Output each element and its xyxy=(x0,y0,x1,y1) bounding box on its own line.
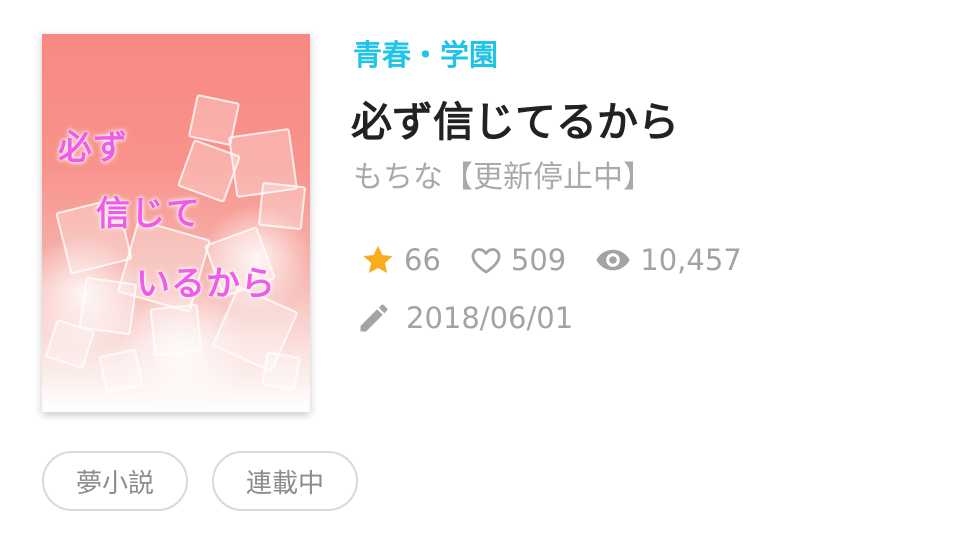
heart-icon xyxy=(471,248,501,274)
pencil-icon xyxy=(360,304,388,332)
views-stat: 10,457 xyxy=(594,241,742,279)
likes-stat: 509 xyxy=(469,243,566,277)
book-title[interactable]: 必ず信じてるから xyxy=(351,88,679,148)
tag-chip[interactable]: 夢小説 xyxy=(42,451,189,511)
likes-count: 509 xyxy=(510,243,567,277)
cover-title-line: 必ず xyxy=(58,128,128,168)
stars-stat: 66 xyxy=(360,242,441,278)
eye-icon xyxy=(596,249,630,271)
star-icon xyxy=(363,245,393,274)
book-cover[interactable]: 必ず 信じて いるから xyxy=(42,34,310,412)
book-stats: 66 509 10,457 xyxy=(360,240,742,280)
tag-list: 夢小説 連載中 xyxy=(42,451,359,511)
cover-decoration xyxy=(112,294,252,412)
tag-chip[interactable]: 連載中 xyxy=(212,451,359,511)
views-count: 10,457 xyxy=(640,243,742,277)
last-updated: 2018/06/01 xyxy=(356,298,573,338)
cover-decoration xyxy=(261,351,301,391)
genre-link[interactable]: 青春・学園 xyxy=(353,32,498,74)
updated-date: 2018/06/01 xyxy=(406,301,574,335)
cover-title-line: いるから xyxy=(136,264,276,304)
stars-count: 66 xyxy=(404,243,441,277)
author-link[interactable]: もちな【更新停止中】 xyxy=(353,152,653,196)
cover-title-line: 信じて xyxy=(96,194,201,234)
